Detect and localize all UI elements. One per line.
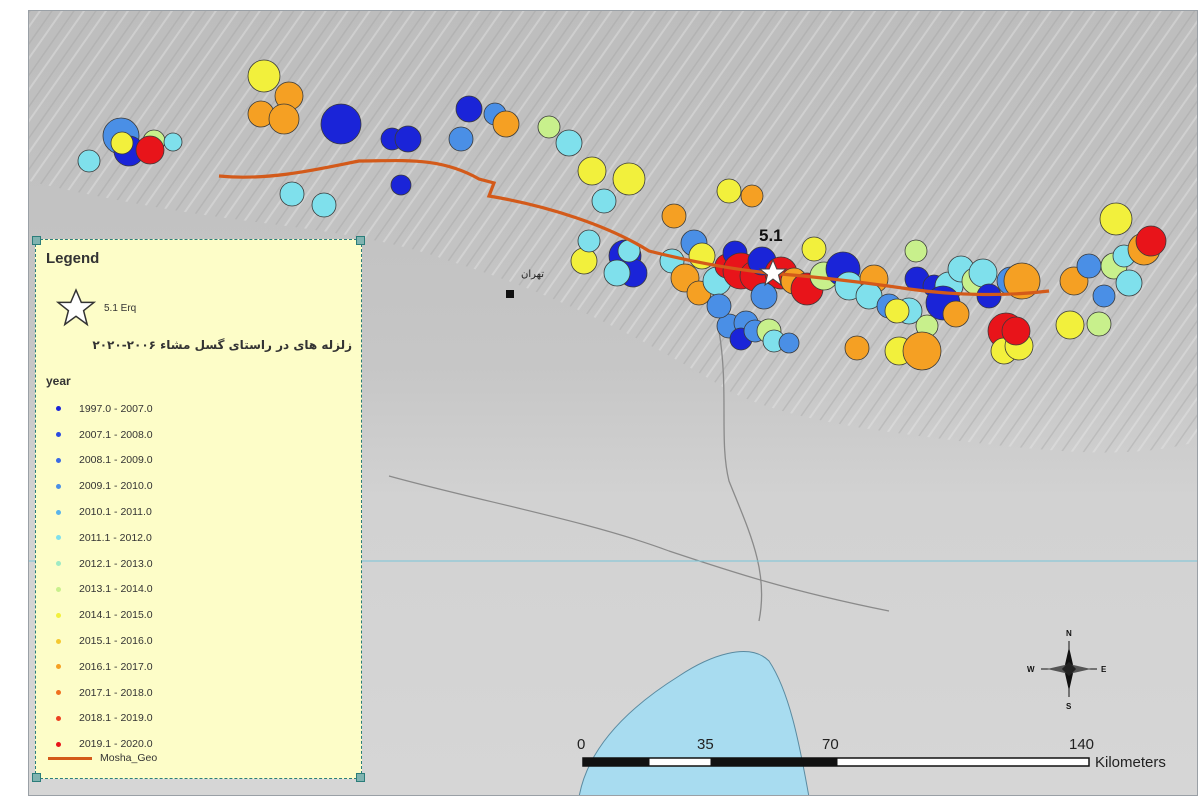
legend-year-dot [56, 638, 61, 644]
legend-panel: Legend 5.1 Erq زلزله های در راستای گسل م… [32, 236, 365, 782]
earthquake-marker [110, 131, 134, 155]
legend-year-item: 2009.1 - 2010.0 [56, 473, 346, 499]
legend-fault-row: Mosha_Geo [48, 752, 157, 764]
legend-handle-top-left[interactable] [32, 236, 41, 245]
scale-unit: Kilometers [1095, 754, 1166, 771]
legend-year-item: 2011.1 - 2012.0 [56, 525, 346, 551]
legend-year-dot [56, 406, 61, 412]
earthquake-marker [884, 298, 910, 324]
legend-year-dot [56, 664, 61, 670]
earthquake-marker [570, 247, 598, 275]
legend-year-item: 2014.1 - 2015.0 [56, 602, 346, 628]
compass-north: N [1066, 629, 1072, 638]
legend-subtitle: زلزله های در راستای گسل مشاء ۲۰۰۶-۲۰۲۰ [92, 338, 352, 352]
earthquake-marker [77, 149, 101, 173]
scale-tick-35: 35 [697, 736, 714, 753]
legend-year-item: 2012.1 - 2013.0 [56, 551, 346, 577]
legend-year-dot [56, 741, 61, 747]
earthquake-marker [603, 259, 631, 287]
earthquake-marker [1001, 316, 1031, 346]
earthquake-marker [555, 129, 583, 157]
legend-year-item: 2016.1 - 2017.0 [56, 654, 346, 680]
earthquake-marker [750, 282, 778, 310]
earthquake-marker [163, 132, 183, 152]
earthquake-marker [279, 181, 305, 207]
legend-year-dot [56, 561, 61, 567]
earthquake-marker [844, 335, 870, 361]
earthquake-marker [135, 135, 165, 165]
scale-tick-0: 0 [577, 736, 585, 753]
legend-year-dot [56, 612, 61, 618]
legend-year-item: 1997.0 - 2007.0 [56, 396, 346, 422]
earthquake-marker [1086, 311, 1112, 337]
legend-year-dot [56, 483, 61, 489]
earthquake-marker [801, 236, 827, 262]
earthquake-marker [778, 332, 800, 354]
compass-west: W [1027, 665, 1035, 674]
scale-tick-140: 140 [1069, 736, 1094, 753]
legend-year-item: 2017.1 - 2018.0 [56, 680, 346, 706]
city-label: تهران [521, 269, 544, 280]
earthquake-marker [1135, 225, 1167, 257]
legend-year-header: year [46, 374, 71, 388]
legend-star-label: 5.1 Erq [104, 302, 137, 314]
earthquake-marker [311, 192, 337, 218]
earthquake-marker [1055, 310, 1085, 340]
legend-year-item: 2010.1 - 2011.0 [56, 499, 346, 525]
compass-east: E [1101, 665, 1107, 674]
legend-year-list: 1997.0 - 2007.0 2007.1 - 2008.0 2008.1 -… [56, 396, 346, 757]
legend-year-item: 2018.1 - 2019.0 [56, 706, 346, 732]
earthquake-marker [661, 203, 687, 229]
earthquake-marker [706, 293, 732, 319]
earthquake-marker [716, 178, 742, 204]
legend-year-dot [56, 535, 61, 541]
compass-south: S [1066, 702, 1072, 711]
earthquake-marker [1099, 202, 1133, 236]
legend-year-dot [56, 432, 61, 438]
earthquake-marker [247, 59, 281, 93]
earthquake-marker [448, 126, 474, 152]
legend-handle-top-right[interactable] [356, 236, 365, 245]
earthquake-marker [455, 95, 483, 123]
epicenter-magnitude-label: 5.1 [759, 226, 783, 245]
earthquake-marker [968, 258, 998, 288]
earthquake-marker [942, 300, 970, 328]
earthquake-marker [577, 156, 607, 186]
earthquake-marker [612, 162, 646, 196]
legend-star-row: 5.1 Erq [54, 288, 136, 328]
earthquake-marker [577, 229, 601, 253]
earthquake-marker [1076, 253, 1102, 279]
legend-fault-label: Mosha_Geo [100, 752, 158, 764]
earthquake-marker [394, 125, 422, 153]
legend-year-dot [56, 509, 61, 515]
earthquake-marker [1115, 269, 1143, 297]
legend-year-dot [56, 690, 61, 696]
legend-year-item: 2007.1 - 2008.0 [56, 422, 346, 448]
legend-year-dot [56, 586, 61, 592]
scale-tick-70: 70 [822, 736, 839, 753]
legend-year-dot [56, 715, 61, 721]
earthquake-marker [902, 331, 942, 371]
earthquake-marker [904, 239, 928, 263]
legend-year-item: 2015.1 - 2016.0 [56, 628, 346, 654]
earthquake-marker [740, 184, 764, 208]
legend-year-item: 2013.1 - 2014.0 [56, 577, 346, 603]
legend-title: Legend [46, 250, 100, 267]
star-icon [55, 288, 97, 327]
earthquake-marker [1092, 284, 1116, 308]
city-marker [506, 290, 514, 298]
earthquake-marker [591, 188, 617, 214]
earthquake-marker [268, 103, 300, 135]
earthquake-marker [492, 110, 520, 138]
earthquake-marker [537, 115, 561, 139]
fault-line-swatch [48, 756, 92, 760]
legend-handle-bottom-left[interactable] [32, 773, 41, 782]
map-frame: 5.1 تهران N S E W 0 35 70 140 Kilometers [28, 10, 1198, 796]
legend-year-dot [56, 457, 61, 463]
earthquake-marker [320, 103, 362, 145]
legend-handle-bottom-right[interactable] [356, 773, 365, 782]
legend-year-item: 2008.1 - 2009.0 [56, 448, 346, 474]
earthquake-marker [390, 174, 412, 196]
